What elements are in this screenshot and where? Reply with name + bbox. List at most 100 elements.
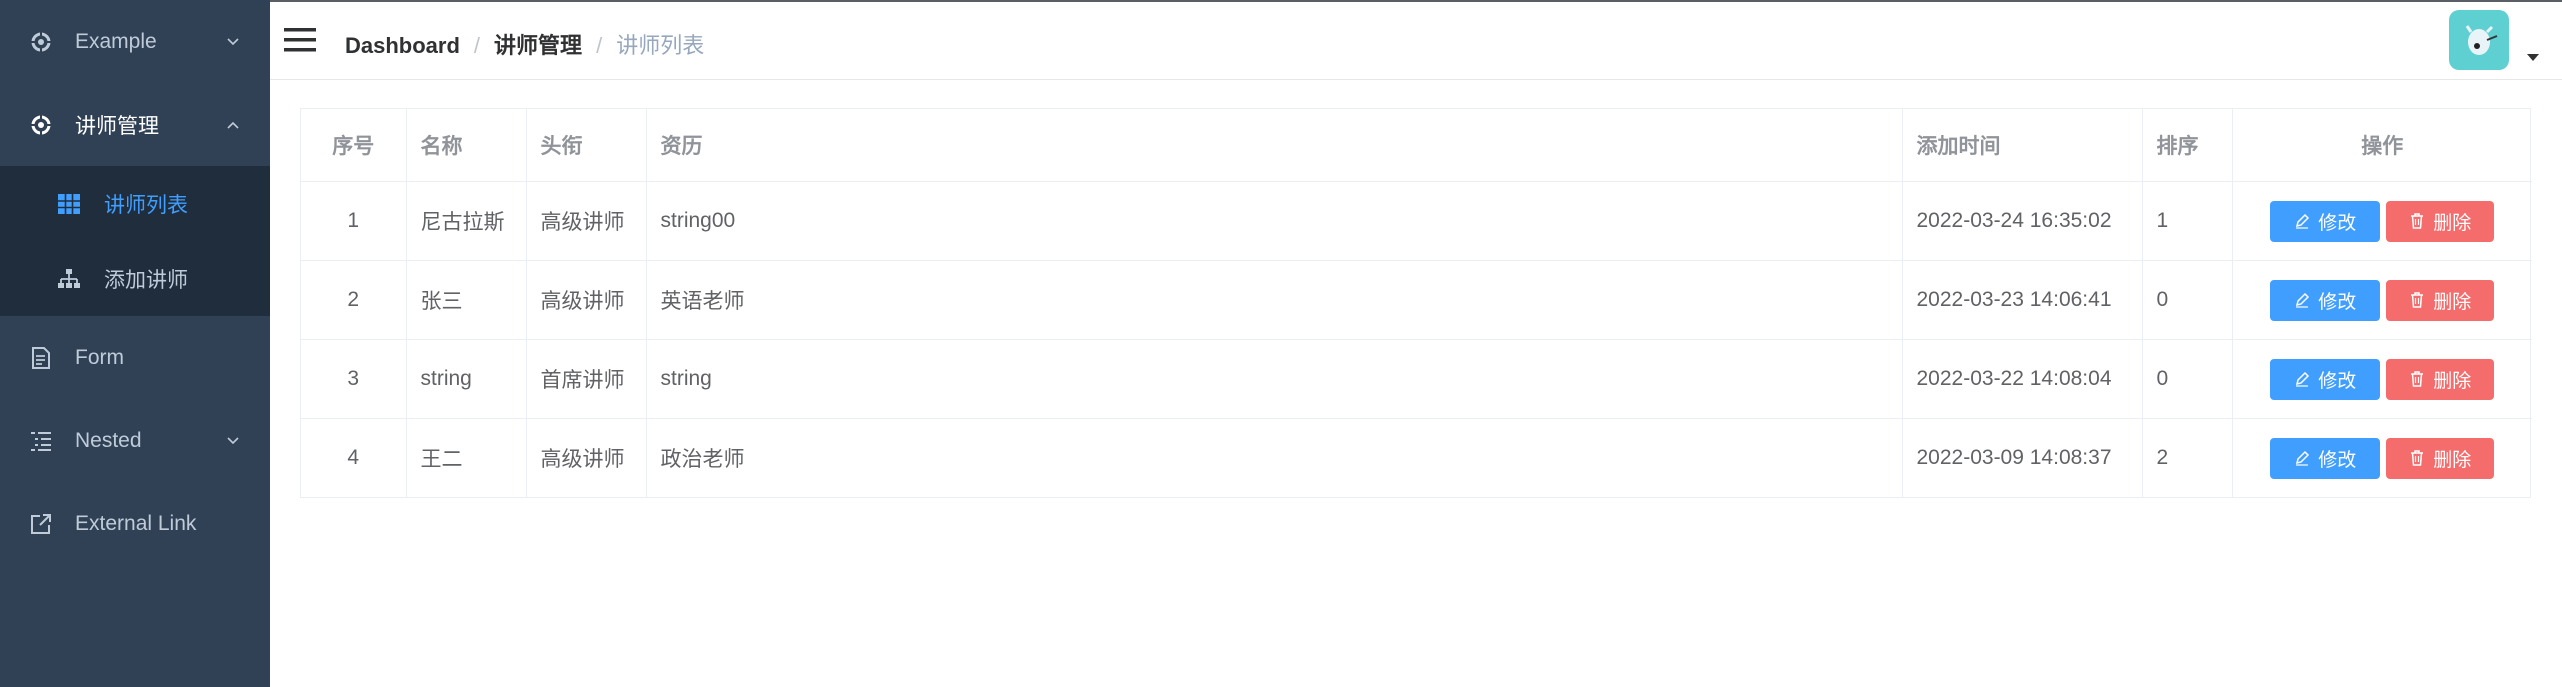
sidebar-item-external-link[interactable]: External Link [0,482,270,565]
edit-icon [2296,371,2310,387]
column-header-sort: 排序 [2142,109,2233,182]
cell-actions: 修改 删除 [2232,260,2532,340]
cell-time: 2022-03-24 16:35:02 [1902,181,2143,261]
edit-button-label: 修改 [2318,370,2357,392]
cell-title: 高级讲师 [526,260,647,340]
column-header-actions: 操作 [2232,109,2532,182]
cell-title: 高级讲师 [526,418,647,497]
example-icon [29,30,53,54]
cell-sort: 2 [2142,418,2233,497]
chevron-up-icon [227,121,239,129]
form-icon [29,346,53,370]
external-link-icon [29,512,53,536]
breadcrumb-current: 讲师列表 [616,33,705,58]
nested-icon [29,429,53,453]
cell-actions: 修改 删除 [2232,419,2532,498]
delete-button-label: 删除 [2433,291,2472,313]
sidebar-item-label: 讲师列表 [104,193,188,217]
column-header-name: 名称 [406,109,527,182]
sidebar-item-teacher-management[interactable]: 讲师管理 [0,83,270,166]
hamburger-icon[interactable] [284,26,316,54]
avatar[interactable] [2449,10,2509,70]
trash-icon [2411,450,2424,466]
delete-button-label: 删除 [2433,449,2472,471]
teacher-management-icon [29,113,53,137]
edit-button-label: 修改 [2318,291,2357,313]
table-header-row: 序号 名称 头衔 资历 添加时间 排序 操作 [301,109,2532,182]
cell-name: 张三 [406,260,527,340]
edit-icon [2296,213,2310,229]
chevron-down-icon [227,37,239,45]
delete-button-label: 删除 [2433,370,2472,392]
edit-icon [2296,450,2310,466]
sidebar-item-label: External Link [75,511,197,535]
cell-intro: 英语老师 [646,260,1903,340]
edit-button[interactable]: 修改 [2270,279,2381,321]
tree-icon [57,267,81,291]
cell-name: 尼古拉斯 [406,181,527,261]
sidebar-item-label: Nested [75,428,142,452]
delete-button[interactable]: 删除 [2386,200,2495,242]
sidebar-item-form[interactable]: Form [0,316,270,399]
breadcrumb-dashboard[interactable]: Dashboard [345,33,460,58]
cell-index: 3 [301,339,407,419]
sidebar-item-teacher-list[interactable]: 讲师列表 [0,166,270,241]
teacher-table: 序号 名称 头衔 资历 添加时间 排序 操作 1 尼古拉斯 高级讲师 strin… [300,108,2532,498]
avatar-image-icon [2465,25,2498,55]
sidebar-item-label: 讲师管理 [75,114,159,138]
table-row: 4 王二 高级讲师 政治老师 2022-03-09 14:08:37 2 修改 … [301,418,2532,498]
cell-sort: 1 [2142,181,2233,261]
trash-icon [2411,371,2424,387]
delete-button[interactable]: 删除 [2386,437,2495,479]
breadcrumb: Dashboard / 讲师管理 / 讲师列表 [345,28,704,60]
column-header-time: 添加时间 [1902,109,2143,182]
cell-index: 4 [301,418,407,497]
sidebar-item-add-teacher[interactable]: 添加讲师 [0,241,270,316]
sidebar-item-nested[interactable]: Nested [0,399,270,482]
cell-intro: 政治老师 [646,418,1903,497]
column-header-title: 头衔 [526,109,647,182]
column-header-index: 序号 [301,109,407,182]
sidebar-item-example[interactable]: Example [0,0,270,83]
cell-time: 2022-03-23 14:06:41 [1902,260,2143,340]
edit-button-label: 修改 [2318,212,2357,234]
cell-sort: 0 [2142,339,2233,419]
cell-index: 2 [301,260,407,340]
sidebar-item-label: Form [75,345,124,369]
cell-index: 1 [301,181,407,261]
sidebar-item-label: 添加讲师 [104,268,188,292]
cell-title: 高级讲师 [526,181,647,261]
cell-actions: 修改 删除 [2232,339,2532,419]
cell-time: 2022-03-09 14:08:37 [1902,418,2143,497]
chevron-down-icon [227,436,239,444]
table-row: 1 尼古拉斯 高级讲师 string00 2022-03-24 16:35:02… [301,181,2532,261]
trash-icon [2411,213,2424,229]
table-row: 3 string 首席讲师 string 2022-03-22 14:08:04… [301,339,2532,419]
column-header-intro: 资历 [646,109,1903,182]
breadcrumb-teacher-management[interactable]: 讲师管理 [494,33,582,58]
navbar: Dashboard / 讲师管理 / 讲师列表 [270,0,2562,80]
sidebar-item-label: Example [75,29,157,53]
breadcrumb-separator: / [596,33,603,58]
sidebar: Example 讲师管理 讲师列表 添加讲师 Form Nested Exter… [0,0,270,687]
delete-button-label: 删除 [2433,212,2472,234]
edit-icon [2296,292,2310,308]
cell-intro: string [646,339,1903,419]
cell-time: 2022-03-22 14:08:04 [1902,339,2143,419]
trash-icon [2411,292,2424,308]
breadcrumb-separator: / [473,33,481,58]
edit-button-label: 修改 [2318,449,2357,471]
cell-name: string [406,339,527,419]
grid-table-icon [57,192,81,216]
edit-button[interactable]: 修改 [2270,437,2381,479]
cell-title: 首席讲师 [526,339,647,419]
caret-down-icon[interactable] [2526,52,2540,62]
delete-button[interactable]: 删除 [2386,279,2495,321]
edit-button[interactable]: 修改 [2270,200,2381,242]
cell-sort: 0 [2142,260,2233,340]
edit-button[interactable]: 修改 [2270,358,2381,400]
delete-button[interactable]: 删除 [2386,358,2495,400]
table-row: 2 张三 高级讲师 英语老师 2022-03-23 14:06:41 0 修改 … [301,260,2532,340]
cell-actions: 修改 删除 [2232,181,2532,261]
cell-name: 王二 [406,418,527,497]
